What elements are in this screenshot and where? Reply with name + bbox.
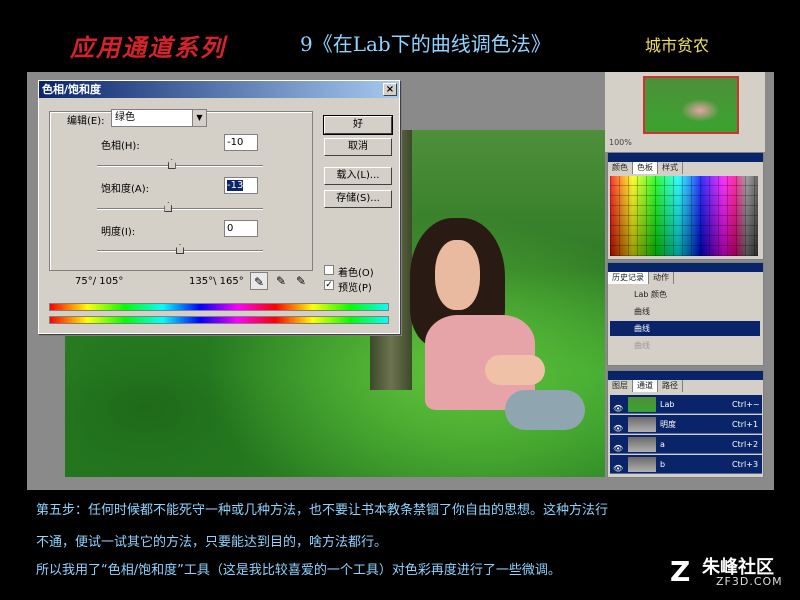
channel-name: 明度 [660, 420, 676, 429]
range-readout-left: 75°/ 105° [75, 276, 124, 287]
history-item[interactable]: 曲线 [610, 338, 760, 353]
close-icon[interactable]: × [383, 83, 397, 96]
channel-row[interactable]: 👁 a Ctrl+2 [610, 435, 762, 454]
channel-row[interactable]: 👁 明度 Ctrl+1 [610, 415, 762, 434]
channel-shortcut: Ctrl+~ [732, 400, 760, 409]
tab-swatches[interactable]: 色板 [633, 162, 658, 174]
eyedropper-plus-icon[interactable]: ✎ [272, 272, 290, 290]
channels-panel: 图层 通道 路径 👁 Lab Ctrl+~ 👁 明度 Ctrl+1 👁 a Ct… [607, 370, 764, 478]
tab-paths[interactable]: 路径 [658, 380, 683, 392]
tab-actions[interactable]: 动作 [649, 272, 674, 284]
load-button[interactable]: 载入(L)... [324, 167, 392, 185]
channel-name: b [660, 460, 666, 469]
caption-line-2: 不通，便试一试其它的方法，只要能达到目的，啥方法都行。 [36, 535, 388, 550]
photo-subject-face [435, 240, 480, 310]
lesson-title: 9《在Lab下的曲线调色法》 [300, 32, 551, 56]
site-watermark: Z 朱峰社区 ZF3D.COM [668, 553, 794, 593]
panel-titlebar[interactable] [608, 153, 763, 162]
photo-subject-arm [485, 355, 545, 385]
channel-name: a [660, 440, 665, 449]
channel-thumbnail [628, 437, 656, 452]
dialog-title: 色相/饱和度 [42, 83, 102, 96]
eyedropper-icon[interactable]: ✎ [250, 272, 268, 290]
navigator-zoom[interactable]: 100% [609, 138, 632, 147]
hue-slider[interactable] [97, 159, 263, 169]
lightness-input[interactable]: 0 [224, 220, 258, 237]
channel-thumbnail [628, 417, 656, 432]
tab-history[interactable]: 历史记录 [608, 272, 649, 284]
history-panel: 历史记录 动作 Lab 颜色 曲线 曲线 曲线 [607, 262, 764, 366]
header: 应用通道系列 9《在Lab下的曲线调色法》 城市贫农 [0, 0, 800, 72]
tab-channels[interactable]: 通道 [633, 380, 658, 392]
photo-subject-jeans [505, 390, 585, 430]
eyedropper-minus-icon[interactable]: ✎ [292, 272, 310, 290]
chevron-down-icon[interactable]: ▼ [192, 110, 206, 126]
channel-thumbnail [628, 457, 656, 472]
watermark-en: ZF3D.COM [716, 575, 783, 588]
channel-shortcut: Ctrl+2 [732, 440, 759, 449]
edit-label: 编辑(E): [67, 116, 105, 127]
saturation-input[interactable]: -13 [224, 177, 258, 194]
tab-layers[interactable]: 图层 [608, 380, 633, 392]
panel-titlebar[interactable] [608, 263, 763, 272]
channel-row[interactable]: 👁 Lab Ctrl+~ [610, 395, 762, 414]
saturation-slider[interactable] [97, 202, 263, 212]
channel-name: Lab [660, 400, 675, 409]
channel-shortcut: Ctrl+1 [732, 420, 759, 429]
ok-button[interactable]: 好 [323, 115, 393, 135]
history-item[interactable]: 曲线 [610, 304, 760, 319]
tab-styles[interactable]: 样式 [658, 162, 683, 174]
preview-checkbox[interactable]: ✓ [324, 280, 334, 290]
color-bar-top [49, 303, 389, 311]
lightness-label: 明度(I): [101, 227, 136, 238]
channel-row[interactable]: 👁 b Ctrl+3 [610, 455, 762, 474]
edit-channel-select[interactable]: 绿色 ▼ [111, 109, 207, 127]
colorize-checkbox[interactable] [324, 265, 334, 275]
range-readout-right: 135°\ 165° [189, 276, 244, 287]
cancel-button[interactable]: 取消 [324, 138, 392, 156]
channel-thumbnail [628, 397, 656, 412]
swatch-grid[interactable] [610, 176, 758, 256]
history-tabs: 历史记录 动作 [608, 272, 763, 284]
author-name: 城市贫农 [645, 36, 710, 55]
channel-shortcut: Ctrl+3 [732, 460, 759, 469]
series-title: 应用通道系列 [70, 33, 226, 62]
colorize-label: 着色(O) [338, 268, 374, 279]
save-button[interactable]: 存储(S)... [324, 190, 392, 208]
color-bar-bottom[interactable] [49, 316, 389, 324]
preview-label: 预览(P) [338, 283, 372, 294]
saturation-label: 饱和度(A): [101, 184, 150, 195]
history-item-selected[interactable]: 曲线 [610, 321, 760, 336]
navigator-thumbnail[interactable] [643, 76, 739, 134]
channels-tabs: 图层 通道 路径 [608, 380, 763, 392]
hue-saturation-dialog: 色相/饱和度 × 编辑(E): 绿色 ▼ 色相(H): -10 饱和度(A): … [38, 80, 400, 334]
swatches-tabs: 颜色 色板 样式 [608, 162, 763, 174]
panel-titlebar[interactable] [608, 371, 763, 380]
history-item[interactable]: Lab 颜色 [610, 287, 760, 302]
tab-color[interactable]: 颜色 [608, 162, 633, 174]
caption-line-1: 第五步：任何时候都不能死守一种或几种方法，也不要让书本教条禁锢了你自由的思想。这… [36, 503, 609, 518]
edit-channel-value: 绿色 [115, 112, 135, 123]
dialog-titlebar[interactable]: 色相/饱和度 × [39, 81, 399, 98]
eye-icon[interactable]: 👁 [613, 459, 623, 478]
lightness-slider[interactable] [97, 244, 263, 254]
hue-input[interactable]: -10 [224, 134, 258, 151]
logo-icon: Z [670, 555, 691, 588]
swatches-panel: 颜色 色板 样式 [607, 152, 764, 260]
hue-label: 色相(H): [101, 141, 140, 152]
navigator-panel: 100% [605, 72, 765, 152]
